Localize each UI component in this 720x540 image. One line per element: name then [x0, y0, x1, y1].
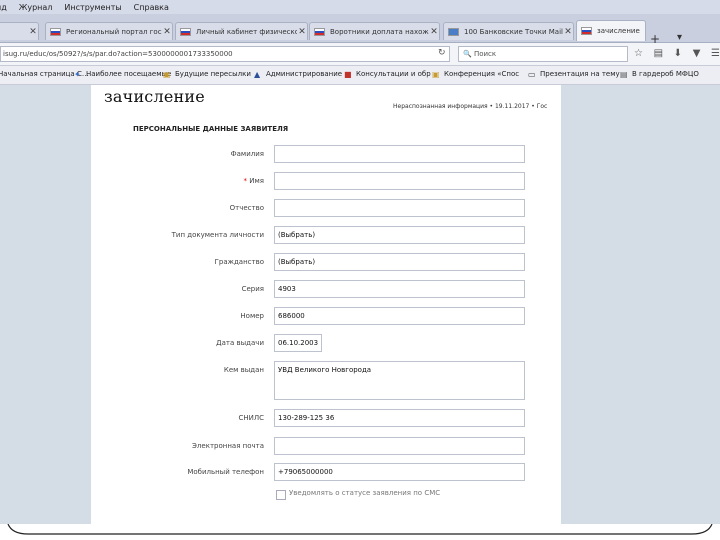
menu-bar: ид Журнал Инструменты Справка: [0, 0, 720, 14]
phone-input[interactable]: +79065000000: [274, 463, 525, 481]
slide-frame: [0, 524, 720, 540]
bookmark-label: Администрирование: [266, 70, 343, 78]
bookmark-label: Наиболее посещаемые: [86, 70, 172, 78]
page-icon: ■: [344, 70, 352, 79]
close-icon[interactable]: ✕: [297, 27, 307, 37]
download-icon[interactable]: ⬇: [674, 48, 682, 59]
tab-list-icon[interactable]: ▾: [677, 32, 682, 43]
tab[interactable]: 100 Банковские Точки Mail.Ru ✕: [443, 22, 574, 40]
search-placeholder: Поиск: [473, 50, 497, 58]
folder-icon: ▣: [163, 70, 171, 79]
toolbar-icons: ☆ ▤ ⬇ ▼ ☰: [634, 48, 720, 59]
tab[interactable]: Воротники доплата нахождения … ✕: [309, 22, 440, 40]
star-icon[interactable]: ☆: [634, 48, 643, 59]
reading-list-icon[interactable]: ▤: [654, 48, 663, 59]
reload-icon[interactable]: ↻: [438, 48, 446, 58]
sms-notify-checkbox[interactable]: [276, 490, 286, 500]
tab-title: Личный кабинет физического …: [196, 27, 297, 36]
email-input[interactable]: [274, 437, 525, 455]
close-icon[interactable]: ✕: [563, 27, 573, 37]
snils-input[interactable]: 130-289-125 36: [274, 409, 525, 427]
field-label: Тип документа личности: [171, 231, 264, 239]
field-label: Отчество: [229, 204, 264, 212]
tab-bar: ✕ Региональный портал гос. Пол… ✕ Личный…: [0, 14, 720, 46]
tab[interactable]: Личный кабинет физического … ✕: [175, 22, 308, 40]
page-note: Нераспознанная информация • 19.11.2017 •…: [393, 103, 548, 110]
page-title: зачисление: [104, 87, 205, 106]
field-label: Мобильный телефон: [187, 468, 264, 476]
sms-notify-label: Уведомлять о статусе заявления по СМС: [289, 489, 441, 497]
address-bar[interactable]: isug.ru/educ/os/5092?/s/s/par.do?action=…: [0, 46, 450, 62]
bookmark-item[interactable]: ▲ Администрирование: [254, 70, 343, 79]
menu-item-help[interactable]: Справка: [134, 3, 169, 12]
monitor-icon: ▭: [528, 70, 536, 79]
search-input[interactable]: 🔍 Поиск: [458, 46, 628, 62]
menu-item-history[interactable]: Журнал: [19, 3, 53, 12]
folder-icon: ▣: [432, 70, 440, 79]
menu-item-tools[interactable]: Инструменты: [64, 3, 121, 12]
tab-title: 100 Банковские Точки Mail.Ru: [464, 27, 563, 36]
field-label: Электронная почта: [192, 442, 264, 450]
bookmark-item[interactable]: ▤ В гардероб МФЦО: [620, 70, 699, 79]
tab-title: Региональный портал гос. Пол…: [66, 27, 162, 36]
tab-title: Воротники доплата нахождения …: [330, 27, 429, 36]
bookmark-item[interactable]: ✦ Наиболее посещаемые: [74, 70, 172, 79]
field-label: Кем выдан: [223, 366, 264, 374]
tab[interactable]: ✕: [0, 22, 39, 40]
surname-input[interactable]: [274, 145, 525, 163]
page-icon: ▤: [620, 70, 628, 79]
number-input[interactable]: 686000: [274, 307, 525, 325]
tab-title: зачисление: [597, 27, 640, 35]
bookmarks-bar: Начальная страница С… ✦ Наиболее посещае…: [0, 66, 720, 85]
flag-icon: [50, 27, 61, 36]
field-label: Серия: [241, 285, 264, 293]
issue-date-input[interactable]: 06.10.2003: [274, 334, 322, 352]
patronymic-input[interactable]: [274, 199, 525, 217]
navigation-bar: isug.ru/educ/os/5092?/s/s/par.do?action=…: [0, 43, 720, 66]
bookmark-label: Конференция «Спос: [444, 70, 520, 78]
flag-icon: [314, 27, 325, 36]
section-title: ПЕРСОНАЛЬНЫЕ ДАННЫЕ ЗАЯВИТЕЛЯ: [133, 125, 289, 133]
bookmark-label: Будущие пересылки: [175, 70, 251, 78]
menu-icon[interactable]: ☰: [711, 48, 720, 59]
flag-icon: [180, 27, 191, 36]
bookmark-label: В гардероб МФЦО: [632, 70, 699, 78]
field-label: Гражданство: [214, 258, 264, 266]
bookmark-item[interactable]: ■ Консультации и обр: [344, 70, 431, 79]
name-input[interactable]: [274, 172, 525, 190]
bookmark-label: Презентация на тему: [540, 70, 620, 78]
search-icon: 🔍: [463, 50, 472, 58]
tab[interactable]: Региональный портал гос. Пол… ✕: [45, 22, 173, 40]
field-label: Номер: [240, 312, 264, 320]
field-label: Дата выдачи: [216, 339, 264, 347]
close-icon[interactable]: ✕: [162, 27, 172, 37]
field-label: * Имя: [243, 177, 264, 185]
mail-icon: [448, 27, 459, 36]
admin-icon: ▲: [254, 70, 261, 79]
bookmark-label: Консультации и обр: [356, 70, 431, 78]
field-label: Фамилия: [230, 150, 264, 158]
pocket-icon[interactable]: ▼: [693, 48, 701, 59]
close-icon[interactable]: ✕: [429, 27, 439, 37]
bookmark-item[interactable]: ▭ Презентация на тему: [528, 70, 620, 79]
bookmark-item[interactable]: ▣ Конференция «Спос: [432, 70, 520, 79]
series-input[interactable]: 4903: [274, 280, 525, 298]
menu-item[interactable]: ид: [0, 3, 7, 12]
bookmark-item[interactable]: ▣ Будущие пересылки: [163, 70, 251, 79]
document-type-select[interactable]: (Выбрать): [274, 226, 525, 244]
star-icon: ✦: [74, 70, 81, 79]
flag-icon: [581, 27, 592, 35]
issued-by-textarea[interactable]: УВД Великого Новгорода: [274, 361, 525, 400]
citizenship-select[interactable]: (Выбрать): [274, 253, 525, 271]
close-icon[interactable]: ✕: [28, 27, 38, 37]
tab-active[interactable]: зачисление: [576, 20, 646, 41]
field-label: СНИЛС: [238, 414, 264, 422]
